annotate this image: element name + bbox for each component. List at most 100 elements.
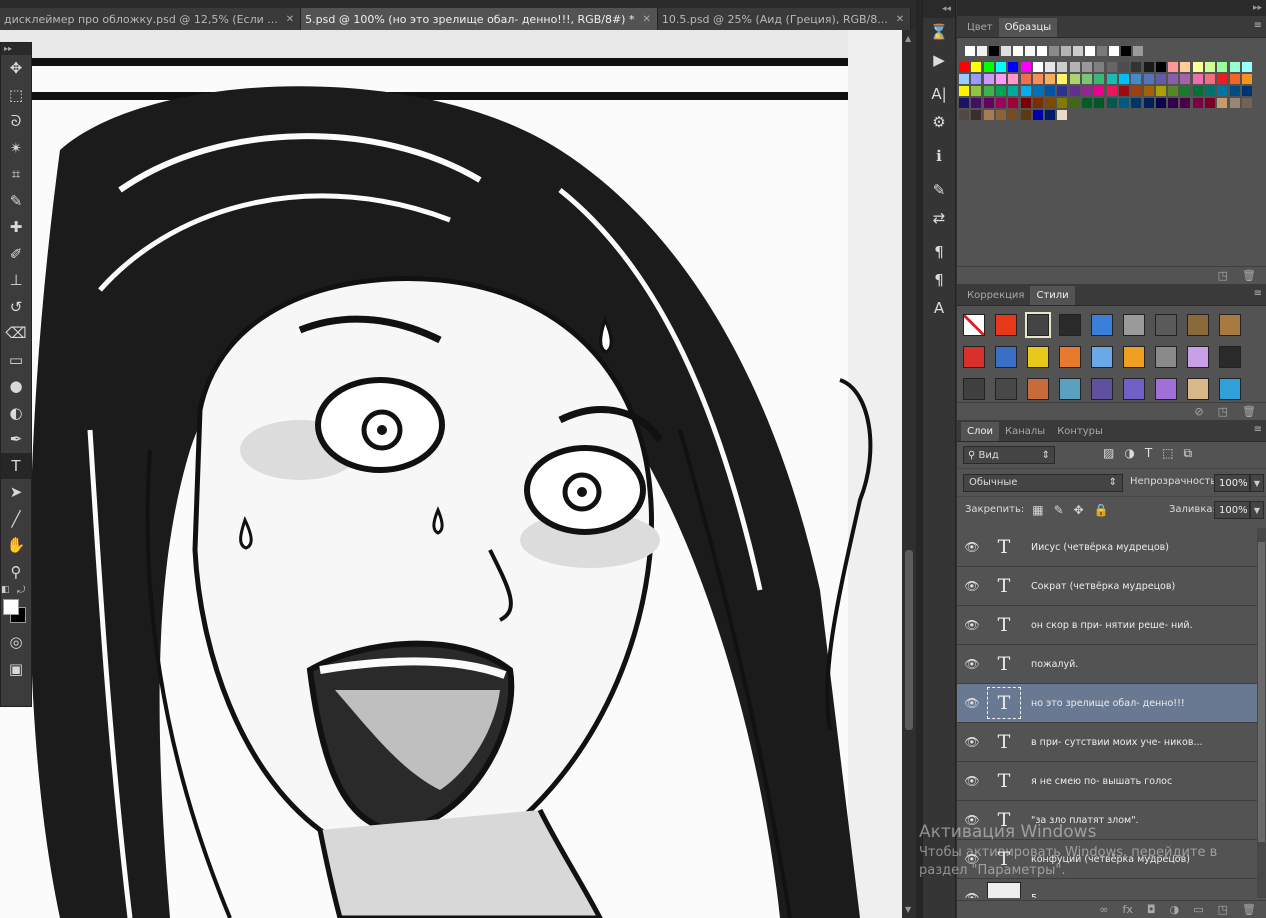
filter-pixel-icon[interactable]: ▨ xyxy=(1103,446,1114,461)
panel-menu-icon[interactable]: ≡ xyxy=(1254,20,1262,31)
color-swatch[interactable] xyxy=(1094,74,1105,84)
eye-icon[interactable]: 👁 xyxy=(957,735,987,749)
layer-style-icon[interactable]: fx xyxy=(1123,903,1133,916)
color-swatch[interactable] xyxy=(1069,98,1080,108)
opacity-input[interactable]: 100% xyxy=(1214,474,1250,492)
healing-icon[interactable]: ✚ xyxy=(1,214,31,241)
style-preset[interactable] xyxy=(963,346,985,368)
color-swatch[interactable] xyxy=(1013,46,1023,56)
character-styles-icon[interactable]: A xyxy=(923,294,955,322)
color-swatch[interactable] xyxy=(1069,74,1080,84)
color-swatch[interactable] xyxy=(1049,46,1059,56)
color-swatch[interactable] xyxy=(1118,98,1129,108)
color-swatch[interactable] xyxy=(1217,62,1228,72)
lasso-icon[interactable]: ᘐ xyxy=(1,108,31,135)
fill-dropdown-icon[interactable]: ▼ xyxy=(1250,501,1264,519)
style-preset[interactable] xyxy=(1059,346,1081,368)
color-swatch[interactable] xyxy=(1073,46,1083,56)
default-colors-icon[interactable]: ◧ xyxy=(1,585,10,595)
color-swatch[interactable] xyxy=(1106,98,1117,108)
stamp-icon[interactable]: ⊥ xyxy=(1,267,31,294)
style-preset[interactable] xyxy=(1123,314,1145,336)
style-preset[interactable] xyxy=(963,314,985,336)
color-swatch[interactable] xyxy=(983,74,994,84)
style-preset[interactable] xyxy=(1025,312,1051,338)
style-preset[interactable] xyxy=(1123,346,1145,368)
blend-mode-select[interactable]: Обычные ⇕ xyxy=(963,473,1123,492)
layer-row[interactable]: 👁 T в при- сутствии моих уче- ников... xyxy=(957,723,1257,762)
gradient-icon[interactable]: ▭ xyxy=(1,347,31,374)
type-icon[interactable]: T xyxy=(1,452,31,479)
filter-adjustment-icon[interactable]: ◑ xyxy=(1124,446,1134,461)
color-swatch[interactable] xyxy=(995,86,1006,96)
color-swatch[interactable] xyxy=(1061,46,1071,56)
color-swatch[interactable] xyxy=(1131,86,1142,96)
layer-row[interactable]: 👁 5 xyxy=(957,879,1257,898)
opacity-dropdown-icon[interactable]: ▼ xyxy=(1250,474,1264,492)
character-icon[interactable]: A| xyxy=(923,80,955,108)
color-swatch[interactable] xyxy=(971,110,982,120)
tools-panel-header[interactable]: ▸▸ xyxy=(1,43,31,55)
color-swatch[interactable] xyxy=(1045,98,1056,108)
color-swatch[interactable] xyxy=(1045,110,1056,120)
color-swatch[interactable] xyxy=(1057,98,1068,108)
color-swatch[interactable] xyxy=(1143,86,1154,96)
color-swatch[interactable] xyxy=(1155,98,1166,108)
color-swatch[interactable] xyxy=(1229,86,1240,96)
paragraph-styles-icon[interactable]: ¶ xyxy=(923,266,955,294)
color-swatch[interactable] xyxy=(1241,74,1252,84)
color-swatch[interactable] xyxy=(1192,86,1203,96)
color-swatch[interactable] xyxy=(1205,98,1215,108)
color-swatch[interactable] xyxy=(959,86,969,96)
color-swatch[interactable] xyxy=(959,98,969,108)
brush-presets-icon[interactable]: ✎ xyxy=(923,176,955,204)
color-swatch[interactable] xyxy=(971,86,982,96)
color-swatch[interactable] xyxy=(1106,62,1117,72)
swap-colors-icon[interactable]: ⤾ xyxy=(17,585,25,596)
clear-style-icon[interactable]: ⊘ xyxy=(1194,405,1203,418)
close-icon[interactable]: ✕ xyxy=(642,14,650,25)
paragraph-icon[interactable]: ¶ xyxy=(923,238,955,266)
style-preset[interactable] xyxy=(1187,314,1209,336)
eye-icon[interactable]: 👁 xyxy=(957,579,987,593)
layer-row[interactable]: 👁 T Иисус (четвёрка мудрецов) xyxy=(957,528,1257,567)
actions-icon[interactable]: ▶ xyxy=(923,46,955,74)
marquee-icon[interactable]: ⬚ xyxy=(1,82,31,109)
color-swatch[interactable] xyxy=(1143,98,1154,108)
color-swatch[interactable] xyxy=(1045,62,1056,72)
zoom-icon[interactable]: ⚲ xyxy=(1,559,31,586)
scrollbar-thumb[interactable] xyxy=(1258,542,1265,842)
lock-transparency-icon[interactable]: ▦ xyxy=(1032,503,1043,517)
color-swatch[interactable] xyxy=(995,62,1006,72)
color-swatch[interactable] xyxy=(1217,74,1228,84)
layer-row[interactable]: 👁 Tпожалуй. xyxy=(957,645,1257,684)
color-swatch[interactable] xyxy=(1082,62,1092,72)
color-swatch[interactable] xyxy=(1106,86,1117,96)
color-swatch[interactable] xyxy=(1025,46,1035,56)
color-swatch[interactable] xyxy=(1205,86,1215,96)
link-layers-icon[interactable]: ∞ xyxy=(1099,903,1108,916)
panel-tab[interactable]: Образцы xyxy=(998,18,1058,37)
filter-smart-object-icon[interactable]: ⧉ xyxy=(1184,446,1193,461)
color-swatch[interactable] xyxy=(965,46,975,56)
layer-row[interactable]: 👁 Tон скор в при- нятии реше- ний. xyxy=(957,606,1257,645)
color-swatch[interactable] xyxy=(1168,86,1179,96)
color-swatch[interactable] xyxy=(971,62,982,72)
color-swatch[interactable] xyxy=(1205,62,1215,72)
adjustment-layer-icon[interactable]: ◑ xyxy=(1170,903,1180,916)
style-preset[interactable] xyxy=(1091,346,1113,368)
path-select-icon[interactable]: ➤ xyxy=(1,479,31,506)
color-swatch[interactable] xyxy=(1045,86,1056,96)
color-swatch[interactable] xyxy=(1032,62,1043,72)
new-style-icon[interactable]: ◳ xyxy=(1218,405,1228,418)
style-preset[interactable] xyxy=(963,378,985,400)
color-swatch[interactable] xyxy=(1097,46,1107,56)
color-swatch[interactable] xyxy=(1020,110,1031,120)
color-swatch[interactable] xyxy=(1118,62,1129,72)
color-swatch[interactable] xyxy=(959,74,969,84)
color-swatch[interactable] xyxy=(1032,110,1043,120)
color-swatch[interactable] xyxy=(1229,62,1240,72)
close-icon[interactable]: ✕ xyxy=(286,14,294,25)
filter-shape-icon[interactable]: ⬚ xyxy=(1162,446,1173,461)
style-preset[interactable] xyxy=(1091,314,1113,336)
